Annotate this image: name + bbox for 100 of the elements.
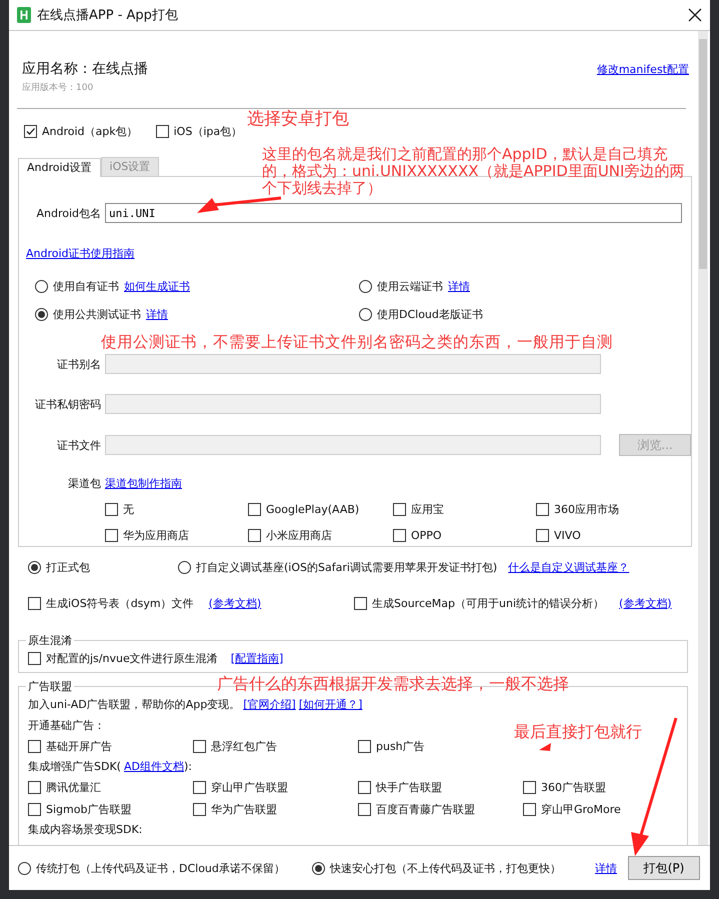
link[interactable]: 如何生成证书 bbox=[124, 278, 190, 294]
option-label: 使用自有证书 bbox=[53, 278, 119, 294]
section-heading: 集成内容场景变现SDK: bbox=[28, 822, 142, 837]
radio-button[interactable] bbox=[359, 308, 372, 320]
checkbox[interactable] bbox=[393, 528, 406, 542]
checkbox[interactable] bbox=[156, 124, 169, 138]
annotation-text: 使用公测证书，不需要上传证书文件别名密码之类的东西，一般用于自测 bbox=[101, 332, 613, 352]
annotation-text: 这里的包名就是我们之前配置的那个AppID，默认是自己填充的，格式为：uni.UNIXXXXXXX（就是APPID里面UNI旁边的两个下划线去掉了） bbox=[262, 146, 686, 197]
radio-button[interactable] bbox=[312, 862, 325, 874]
radio-button[interactable] bbox=[35, 308, 48, 320]
option-label: 使用云端证书 bbox=[377, 278, 443, 294]
option-label: iOS（ipa包） bbox=[174, 124, 242, 138]
option-label: 对配置的js/nvue文件进行原生混淆 bbox=[46, 650, 218, 666]
checkbox[interactable] bbox=[193, 740, 206, 752]
option-label: 悬浮红包广告 bbox=[211, 738, 277, 754]
tab[interactable]: Android设置 bbox=[18, 158, 101, 177]
checkbox[interactable] bbox=[536, 502, 549, 516]
option-label: 华为广告联盟 bbox=[211, 802, 277, 816]
option-label: 使用DCloud老版证书 bbox=[377, 306, 483, 322]
field-label: Android包名 bbox=[35, 206, 101, 220]
checkbox[interactable] bbox=[193, 780, 206, 794]
radio-button[interactable] bbox=[35, 280, 48, 292]
channel-guide-link[interactable]: 渠道包制作指南 bbox=[105, 476, 182, 490]
checkbox[interactable] bbox=[193, 802, 206, 816]
checkbox[interactable] bbox=[24, 124, 37, 138]
link[interactable]: 什么是自定义调试基座？ bbox=[508, 560, 630, 574]
build-button[interactable]: 打包(P) bbox=[628, 856, 700, 880]
package-name-field[interactable]: uni.UNI bbox=[105, 203, 682, 223]
annotation-text: 选择安卓打包 bbox=[247, 108, 349, 130]
option-label: 基础开屏广告 bbox=[46, 738, 112, 754]
link[interactable]: (参考文档) bbox=[208, 596, 262, 610]
field-label: 渠道包 bbox=[67, 476, 101, 490]
option-label: 生成iOS符号表（dsym）文件 bbox=[46, 596, 194, 610]
option-label: 使用公共测试证书 bbox=[53, 306, 141, 322]
option-label: 穿山甲GroMore bbox=[541, 802, 621, 816]
option-label: 快速安心打包（不上传代码及证书，打包更快） bbox=[330, 860, 561, 876]
link[interactable]: AD组件文档 bbox=[124, 759, 184, 774]
checkbox[interactable] bbox=[28, 802, 41, 816]
radio-button[interactable] bbox=[359, 280, 372, 292]
link[interactable]: 详情 bbox=[146, 306, 168, 322]
scrollbar[interactable] bbox=[698, 31, 708, 845]
app-logo-icon bbox=[17, 7, 31, 23]
option-label: VIVO bbox=[554, 528, 581, 542]
option-label: Sigmob广告联盟 bbox=[46, 802, 132, 816]
option-label: GooglePlay(AAB) bbox=[266, 502, 360, 516]
checkbox[interactable] bbox=[358, 802, 371, 816]
radio-button[interactable] bbox=[178, 560, 191, 574]
details-link[interactable]: 详情 bbox=[595, 860, 617, 876]
link[interactable]: 详情 bbox=[448, 278, 470, 294]
option-label: push广告 bbox=[376, 738, 425, 754]
section-heading: 开通基础广告： bbox=[28, 718, 105, 733]
section-heading: ): bbox=[184, 760, 192, 773]
option-label: 打自定义调试基座(iOS的Safari调试需要用苹果开发证书打包) bbox=[196, 560, 498, 574]
option-label: 传统打包（上传代码及证书，DCloud承诺不保留） bbox=[36, 860, 285, 876]
manifest-link[interactable]: 修改manifest配置 bbox=[596, 62, 689, 77]
annotation-text: 最后直接打包就行 bbox=[514, 722, 642, 741]
option-label: 打正式包 bbox=[46, 560, 90, 574]
field-label: 证书文件 bbox=[56, 438, 101, 452]
option-label: 360应用市场 bbox=[554, 502, 619, 516]
option-label: 无 bbox=[123, 502, 134, 516]
option-label: 穿山甲广告联盟 bbox=[211, 780, 288, 794]
app-version: 应用版本号：100 bbox=[22, 82, 94, 95]
radio-button[interactable] bbox=[18, 862, 31, 874]
option-label: Android（apk包） bbox=[42, 124, 138, 138]
checkbox[interactable] bbox=[523, 802, 536, 816]
option-label: 腾讯优量汇 bbox=[46, 780, 101, 794]
option-label: 快手广告联盟 bbox=[376, 780, 442, 794]
checkbox[interactable] bbox=[28, 740, 41, 752]
checkbox[interactable] bbox=[358, 740, 371, 752]
checkbox[interactable] bbox=[105, 528, 118, 542]
group-title: 广告联盟 bbox=[27, 679, 73, 694]
option-label: OPPO bbox=[411, 528, 442, 542]
checkbox[interactable] bbox=[28, 652, 41, 664]
checkbox[interactable] bbox=[105, 502, 118, 516]
field-label: 证书别名 bbox=[56, 356, 101, 372]
option-label: 生成SourceMap（可用于uni统计的错误分析） bbox=[372, 596, 604, 610]
option-label: 华为应用商店 bbox=[123, 528, 189, 542]
checkbox[interactable] bbox=[536, 528, 549, 542]
checkbox[interactable] bbox=[393, 502, 406, 516]
close-button[interactable] bbox=[688, 8, 702, 22]
field-label: 证书私钥密码 bbox=[34, 396, 101, 412]
checkbox[interactable] bbox=[248, 502, 261, 516]
option-label: 小米应用商店 bbox=[266, 528, 332, 542]
checkbox[interactable] bbox=[523, 780, 536, 794]
cert-guide-link[interactable]: Android证书使用指南 bbox=[26, 247, 135, 260]
app-name: 应用名称：在线点播 bbox=[22, 60, 148, 78]
option-label: 应用宝 bbox=[411, 502, 444, 516]
option-label: 360广告联盟 bbox=[541, 780, 606, 794]
group-title: 原生混淆 bbox=[27, 633, 73, 648]
link[interactable]: [官网介绍] bbox=[243, 697, 296, 712]
checkbox[interactable] bbox=[28, 780, 41, 794]
radio-button[interactable] bbox=[28, 560, 41, 574]
checkbox[interactable] bbox=[354, 596, 367, 610]
link[interactable]: [如何开通？] bbox=[298, 697, 362, 712]
checkbox[interactable] bbox=[358, 780, 371, 794]
link[interactable]: (参考文档) bbox=[619, 596, 672, 610]
checkbox[interactable] bbox=[28, 596, 41, 610]
checkbox[interactable] bbox=[248, 528, 261, 542]
arrow bbox=[539, 743, 551, 751]
link[interactable]: [配置指南] bbox=[230, 650, 284, 666]
